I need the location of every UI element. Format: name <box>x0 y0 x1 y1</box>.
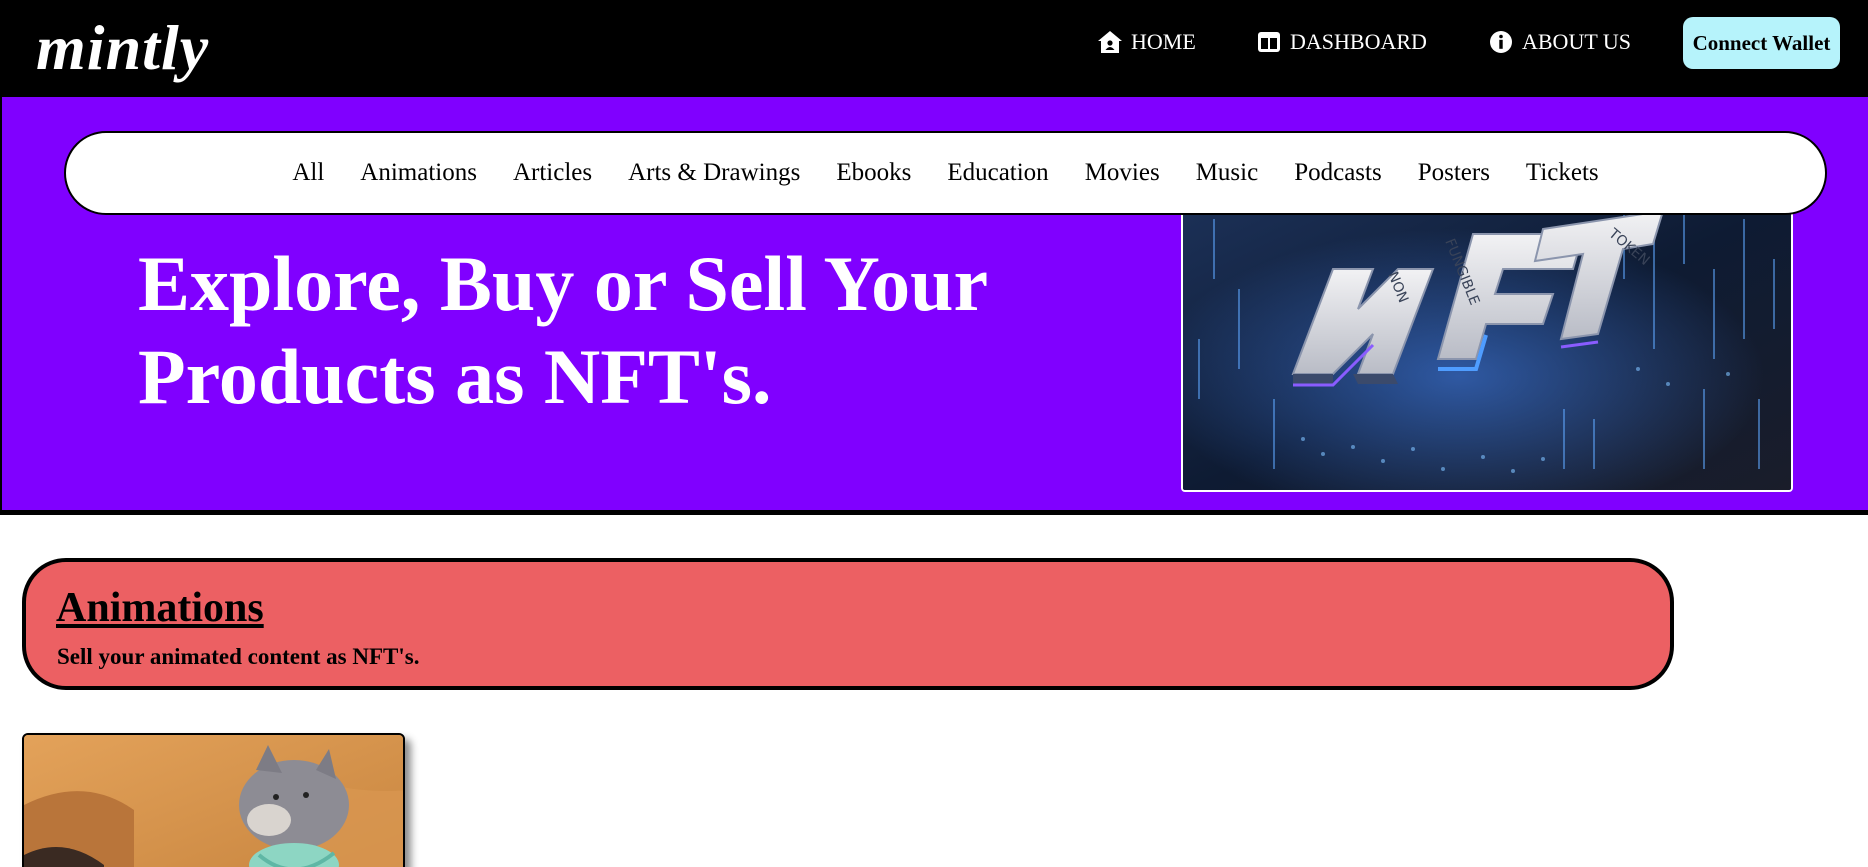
section-subtitle: Sell your animated content as NFT's. <box>57 644 420 669</box>
product-card[interactable] <box>22 733 405 867</box>
nft-illustration: NON FUNGIBLE TOKEN <box>1183 199 1791 490</box>
category-articles[interactable]: Articles <box>495 159 610 187</box>
animations-banner: Animations Sell your animated content as… <box>22 558 1674 690</box>
category-bar: All Animations Articles Arts & Drawings … <box>64 131 1827 215</box>
category-education[interactable]: Education <box>929 159 1066 187</box>
section-title: Animations <box>56 585 264 631</box>
connect-wallet-button[interactable]: Connect Wallet <box>1683 17 1840 69</box>
nav-home-link[interactable]: HOME <box>1097 27 1196 57</box>
nav-dashboard-link[interactable]: DASHBOARD <box>1256 27 1427 57</box>
category-music[interactable]: Music <box>1178 159 1277 187</box>
nav-home-label: HOME <box>1131 29 1196 54</box>
category-ebooks[interactable]: Ebooks <box>818 159 929 187</box>
category-posters[interactable]: Posters <box>1400 159 1508 187</box>
category-movies[interactable]: Movies <box>1067 159 1178 187</box>
nav-about-link[interactable]: ABOUT US <box>1488 27 1631 57</box>
category-all[interactable]: All <box>274 159 342 187</box>
hero-heading: Explore, Buy or Sell Your Products as NF… <box>138 237 1088 423</box>
home-icon <box>1097 30 1123 54</box>
nft-hero-image: NON FUNGIBLE TOKEN <box>1181 197 1793 492</box>
mintly-logo[interactable]: mintly <box>36 8 209 88</box>
category-animations[interactable]: Animations <box>342 159 495 187</box>
nav-dashboard-label: DASHBOARD <box>1290 29 1427 54</box>
dashboard-icon <box>1256 30 1282 54</box>
category-podcasts[interactable]: Podcasts <box>1276 159 1400 187</box>
hero-heading-line2: Products as NFT's. <box>138 333 772 420</box>
hero-heading-line1: Explore, Buy or Sell Your <box>138 240 989 327</box>
category-tickets[interactable]: Tickets <box>1508 159 1617 187</box>
category-arts-drawings[interactable]: Arts & Drawings <box>610 159 818 187</box>
top-navbar: mintly HOME DASHBOARD ABOUT US Connect W… <box>0 0 1868 97</box>
hero-section: All Animations Articles Arts & Drawings … <box>0 97 1868 515</box>
nav-about-label: ABOUT US <box>1522 29 1632 54</box>
animated-cat-thumbnail <box>24 735 403 867</box>
info-icon <box>1488 30 1514 54</box>
